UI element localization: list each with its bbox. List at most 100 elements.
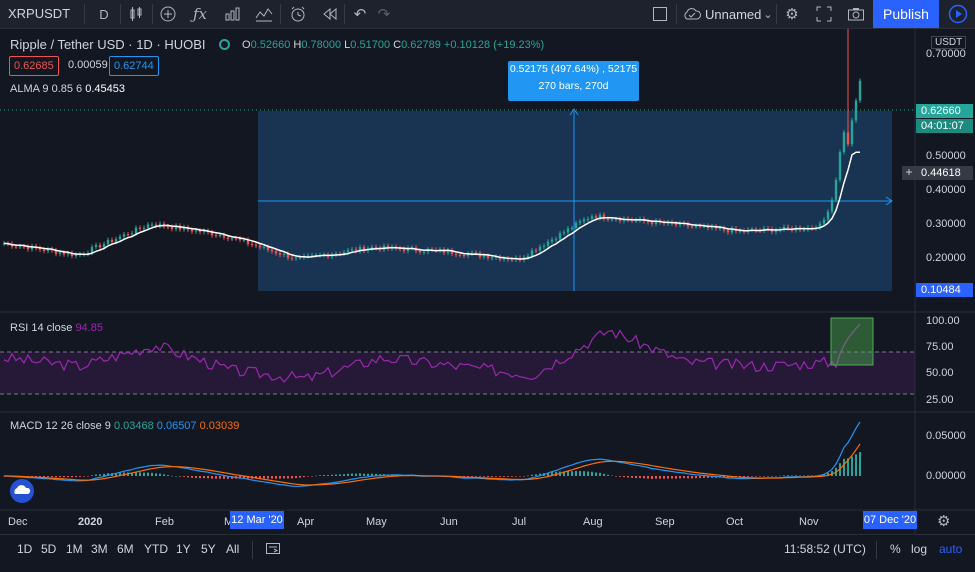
candle bbox=[454, 253, 458, 255]
chart-type-icon[interactable] bbox=[124, 3, 148, 25]
macd-bar bbox=[679, 476, 681, 479]
macd-bar bbox=[571, 471, 573, 476]
timeframe-5d[interactable]: 5D bbox=[41, 542, 56, 556]
macd-bar bbox=[599, 472, 601, 476]
candle bbox=[826, 211, 830, 220]
macd-bar bbox=[207, 476, 209, 479]
templates-icon[interactable] bbox=[252, 3, 276, 25]
macd-bar bbox=[751, 476, 753, 477]
macd-bar bbox=[271, 476, 273, 479]
macd-bar bbox=[327, 475, 329, 476]
candle bbox=[562, 232, 566, 234]
chart-area[interactable] bbox=[0, 29, 975, 534]
macd-bar bbox=[51, 476, 53, 477]
macd-bar bbox=[619, 476, 621, 477]
redo-icon[interactable]: ↷ bbox=[372, 3, 396, 25]
replay-icon[interactable] bbox=[318, 3, 342, 25]
layout-name[interactable]: Unnamed bbox=[705, 7, 761, 22]
range-end-date: 07 Dec '20 bbox=[863, 511, 917, 529]
publish-button[interactable]: Publish bbox=[873, 0, 939, 28]
macd-bar bbox=[491, 476, 493, 477]
timeframe-1d[interactable]: 1D bbox=[17, 542, 32, 556]
alert-icon[interactable] bbox=[286, 3, 310, 25]
macd-bar bbox=[671, 476, 673, 479]
candle bbox=[294, 257, 298, 259]
candle bbox=[166, 226, 170, 228]
o-label: O bbox=[242, 39, 251, 51]
macd-bar bbox=[859, 452, 861, 476]
auto-toggle[interactable]: auto bbox=[939, 542, 962, 556]
play-button[interactable] bbox=[941, 0, 975, 28]
timeframe-1m[interactable]: 1M bbox=[66, 542, 83, 556]
measure-tooltip: 0.52175 (497.64%) , 52175 270 bars, 270d bbox=[508, 61, 639, 101]
candle bbox=[582, 219, 586, 222]
timeframe-1y[interactable]: 1Y bbox=[176, 542, 191, 556]
separator bbox=[776, 4, 777, 24]
layout-select-icon[interactable] bbox=[648, 3, 672, 25]
percent-toggle[interactable]: % bbox=[890, 542, 901, 556]
bid-price[interactable]: 0.62685 bbox=[9, 56, 59, 76]
candle bbox=[106, 239, 110, 245]
time-tick: Aug bbox=[583, 516, 603, 528]
timeframe-3m[interactable]: 3M bbox=[91, 542, 108, 556]
candle bbox=[802, 229, 806, 231]
macd-bar bbox=[175, 475, 177, 477]
timeframe-all[interactable]: All bbox=[226, 542, 239, 556]
macd-bar bbox=[331, 474, 333, 476]
fullscreen-icon[interactable] bbox=[812, 3, 836, 25]
clock[interactable]: 11:58:52 (UTC) bbox=[784, 542, 866, 556]
timeframe-5y[interactable]: 5Y bbox=[201, 542, 216, 556]
candle bbox=[282, 253, 286, 255]
candle bbox=[690, 226, 694, 228]
candle bbox=[674, 223, 678, 225]
macd-bar bbox=[767, 475, 769, 477]
rsi-label: RSI 14 close bbox=[10, 322, 73, 334]
macd-bar bbox=[99, 474, 101, 476]
candle bbox=[554, 239, 558, 241]
candle bbox=[486, 255, 490, 259]
macd-bar bbox=[783, 475, 785, 476]
candle bbox=[834, 179, 838, 200]
macd-bar bbox=[95, 474, 97, 476]
candle bbox=[234, 238, 238, 240]
macd-bar bbox=[591, 471, 593, 476]
cloud-icon[interactable] bbox=[680, 3, 704, 25]
candle bbox=[574, 222, 578, 229]
candle bbox=[194, 230, 198, 232]
log-toggle[interactable]: log bbox=[911, 542, 927, 556]
macd-bar bbox=[87, 476, 89, 477]
macd-bar bbox=[183, 476, 185, 477]
macd-bar bbox=[39, 476, 41, 477]
ask-price[interactable]: 0.62744 bbox=[109, 56, 159, 76]
camera-icon[interactable] bbox=[844, 3, 868, 25]
financials-icon[interactable] bbox=[220, 3, 244, 25]
add-alert-icon[interactable]: + bbox=[902, 166, 916, 180]
macd-bar bbox=[607, 474, 609, 476]
macd-histogram-value: 0.03468 bbox=[113, 420, 154, 432]
rsi-tick: 25.00 bbox=[926, 394, 954, 406]
candle bbox=[462, 254, 466, 256]
goto-date-icon[interactable] bbox=[265, 541, 281, 558]
macd-bar bbox=[611, 475, 613, 477]
macd-bar bbox=[159, 473, 161, 476]
candle bbox=[214, 235, 218, 237]
o-value: 0.52660 bbox=[250, 39, 291, 51]
timeframe-ytd[interactable]: YTD bbox=[144, 542, 168, 556]
timeframe-6m[interactable]: 6M bbox=[117, 542, 134, 556]
gear-icon[interactable]: ⚙ bbox=[780, 3, 804, 25]
macd-bar bbox=[851, 456, 853, 476]
time-tick: Nov bbox=[799, 516, 819, 528]
settings-gear-icon[interactable]: ⚙ bbox=[937, 512, 950, 530]
compare-add-icon[interactable] bbox=[156, 3, 180, 25]
macd-bar bbox=[511, 476, 513, 477]
undo-icon[interactable]: ↶ bbox=[348, 3, 372, 25]
symbol-search[interactable]: XRPUSDT bbox=[8, 6, 70, 21]
time-tick: May bbox=[366, 516, 387, 528]
interval-button[interactable]: D bbox=[92, 3, 116, 25]
measure-tooltip-line2: 270 bars, 270d bbox=[538, 80, 609, 92]
candle bbox=[558, 233, 562, 240]
ohlc-values: O0.52660 H0.78000 L0.51700 C0.62789 +0.1… bbox=[242, 39, 544, 51]
indicators-icon[interactable]: ƒx bbox=[188, 3, 212, 25]
time-tick: 2020 bbox=[78, 516, 103, 528]
macd-bar bbox=[531, 474, 533, 476]
